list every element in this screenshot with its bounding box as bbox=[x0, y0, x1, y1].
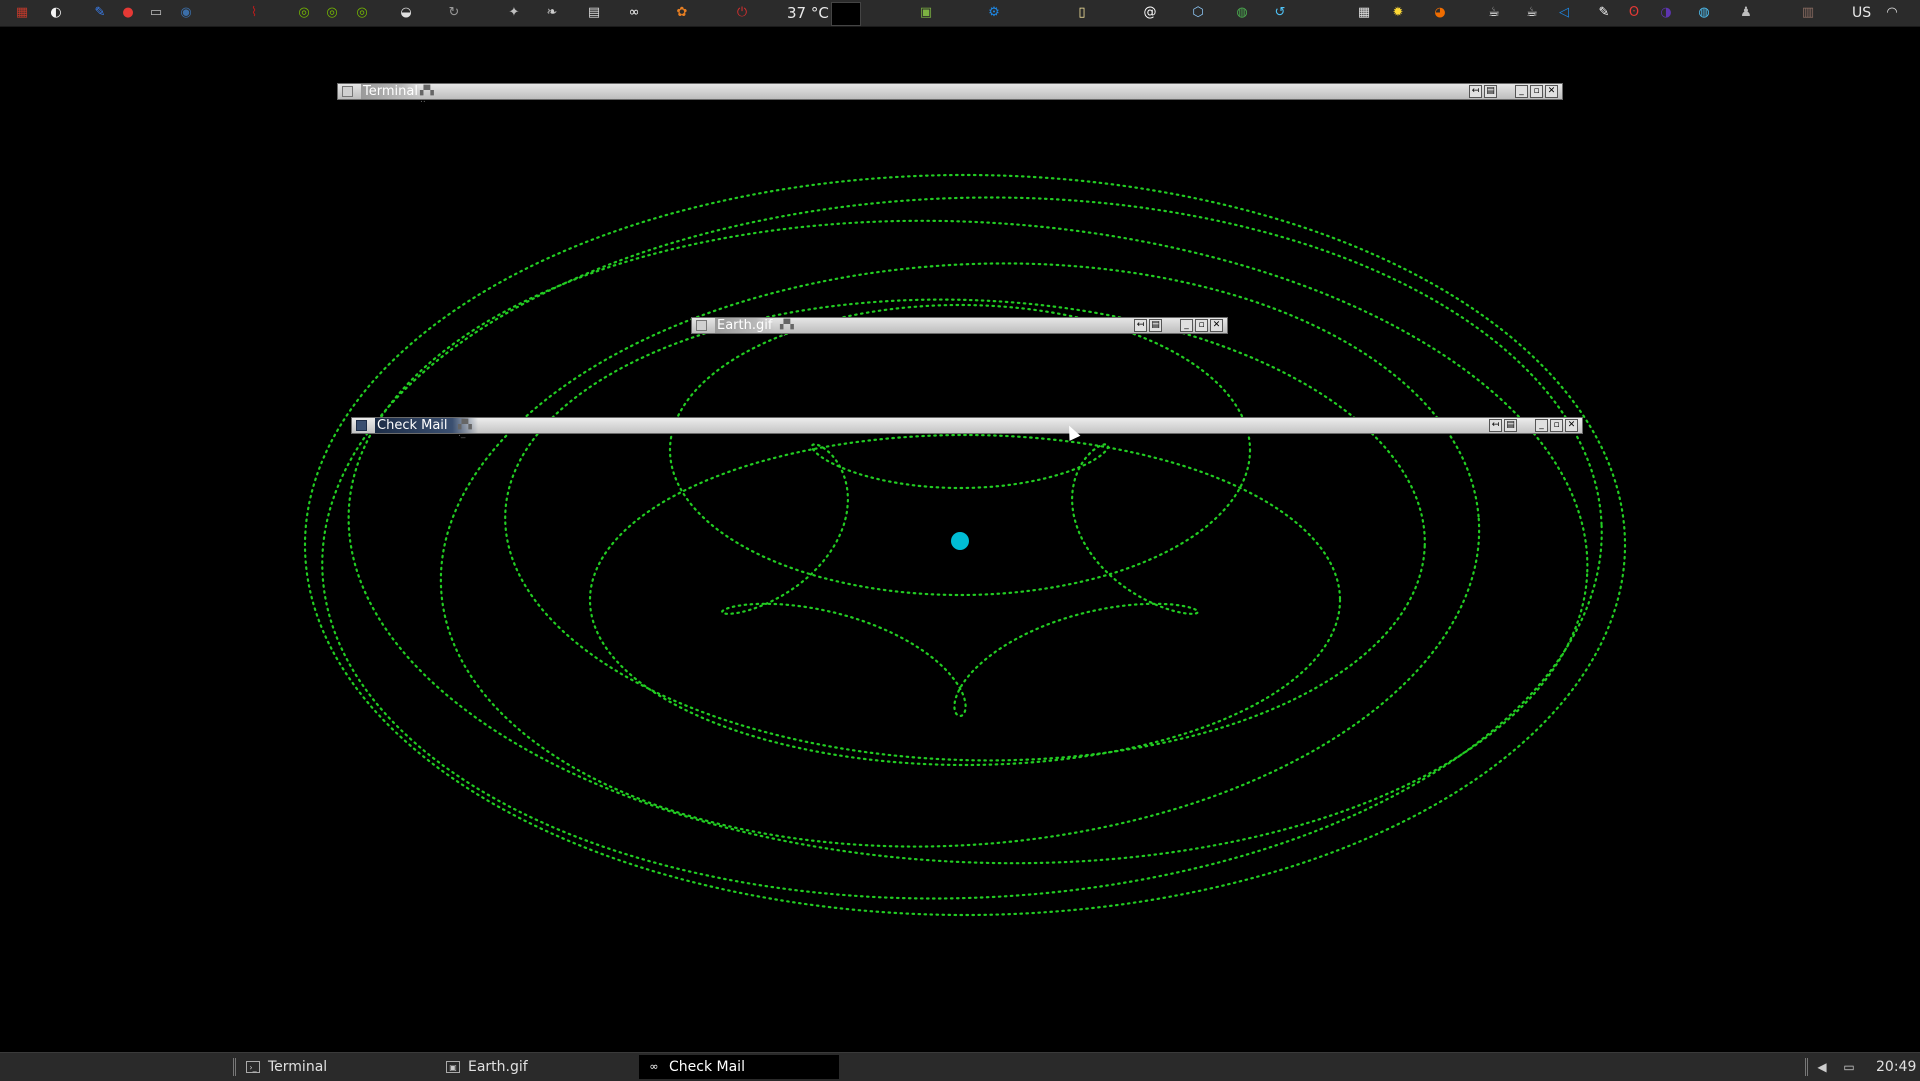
center-dot bbox=[951, 532, 969, 550]
ribbon-icon[interactable]: ʘ bbox=[1624, 3, 1644, 23]
grip-icon: ▞▚ .. bbox=[420, 86, 434, 105]
gear-icon[interactable]: ⚙ bbox=[984, 3, 1004, 23]
globe-icon[interactable]: ◉ bbox=[176, 3, 196, 23]
stick-icon[interactable]: ▤ bbox=[1149, 319, 1162, 332]
grip-icon: ▞▚ ._ bbox=[458, 420, 472, 439]
sun-icon[interactable]: ✹ bbox=[1388, 3, 1408, 23]
leaf-icon[interactable]: ❧ bbox=[542, 3, 562, 23]
task-check-mail[interactable]: ∞ Check Mail bbox=[639, 1055, 839, 1079]
window-icon[interactable]: ▭ bbox=[146, 3, 166, 23]
paper-icon[interactable]: ✎ bbox=[1594, 3, 1614, 23]
temperature-label: 37 °C bbox=[787, 4, 829, 22]
desktop-orbit-animation bbox=[303, 173, 1627, 917]
close-button[interactable]: ✕ bbox=[1545, 85, 1558, 98]
wifi-icon[interactable]: ◠ bbox=[1882, 3, 1902, 23]
stick-icon[interactable]: ▤ bbox=[1504, 419, 1517, 432]
stick-icon[interactable]: ▤ bbox=[1484, 85, 1497, 98]
chrome-icon[interactable]: ◍ bbox=[1232, 3, 1252, 23]
clock[interactable]: 20:49 bbox=[1876, 1055, 1916, 1079]
cube-icon[interactable]: ⬡ bbox=[1188, 3, 1208, 23]
image-viewer-icon: ▣ bbox=[446, 1061, 460, 1073]
top-panel: 37 °C US ▦ ◐ ✎ ● ▭ ◉ ⌇ ◎ ◎ ◎ ◒ ↻ ✦ ❧ ▤ ∞ ✿ ⏻ ▣ ⚙ ▯ @ ⬡ ◍ ↺ ▦ ✹ ◕ ☕ ☕ ◁… bbox=[0, 0, 1920, 27]
close-button[interactable]: ✕ bbox=[1210, 319, 1223, 332]
volume-icon[interactable]: ◀ bbox=[1814, 1059, 1830, 1075]
system-monitor-widget[interactable] bbox=[831, 2, 861, 26]
minimize-button[interactable]: _ bbox=[1180, 319, 1193, 332]
shade-icon[interactable]: ↤ bbox=[1489, 419, 1502, 432]
terminal-window[interactable]: Terminal ▞▚ .. ↤ ▤ _ ▫ ✕ bbox=[337, 83, 1563, 105]
flower-icon[interactable]: ✿ bbox=[672, 3, 692, 23]
window-title: Terminal bbox=[361, 84, 420, 99]
at-icon[interactable]: @ bbox=[1140, 3, 1160, 23]
tray-separator bbox=[1805, 1058, 1808, 1076]
cup-icon-2[interactable]: ☕ bbox=[1522, 3, 1542, 23]
window-menu-button[interactable] bbox=[356, 420, 367, 431]
doc-icon[interactable]: ▤ bbox=[584, 3, 604, 23]
browser-icon[interactable]: ◐ bbox=[46, 3, 66, 23]
app-grid-icon[interactable]: ▦ bbox=[12, 3, 32, 23]
eye-icon-2[interactable]: ◎ bbox=[322, 3, 342, 23]
screen-icon[interactable]: ▣ bbox=[916, 3, 936, 23]
taskbar: ›_ Terminal ▣ Earth.gif ∞ Check Mail ◀ ▭ 20… bbox=[0, 1052, 1920, 1081]
grip-icon: ▞▚ .. bbox=[780, 320, 794, 339]
disk-icon[interactable]: ◒ bbox=[396, 3, 416, 23]
earth-icon[interactable]: ◍ bbox=[1694, 3, 1714, 23]
maximize-button[interactable]: ▫ bbox=[1195, 319, 1208, 332]
doc2-icon[interactable]: ▦ bbox=[1354, 3, 1374, 23]
terminal-icon: ›_ bbox=[246, 1061, 260, 1073]
close-button[interactable]: ✕ bbox=[1565, 419, 1578, 432]
shade-icon[interactable]: ↤ bbox=[1469, 85, 1482, 98]
note-icon[interactable]: ▯ bbox=[1072, 3, 1092, 23]
mail-icon: ∞ bbox=[649, 1060, 659, 1073]
reload-icon[interactable]: ↻ bbox=[444, 3, 464, 23]
notes-icon[interactable]: ✎ bbox=[90, 3, 110, 23]
wrench-icon[interactable]: ✦ bbox=[504, 3, 524, 23]
maximize-button[interactable]: ▫ bbox=[1530, 85, 1543, 98]
taskbar-separator bbox=[233, 1058, 236, 1076]
books-icon[interactable]: ▥ bbox=[1798, 3, 1818, 23]
task-label: Earth.gif bbox=[468, 1059, 528, 1075]
window-title: Earth.gif bbox=[715, 318, 775, 333]
glasses-icon[interactable]: ∞ bbox=[624, 3, 644, 23]
keyboard-layout-indicator[interactable]: US bbox=[1852, 0, 1871, 26]
shade-icon[interactable]: ↤ bbox=[1134, 319, 1147, 332]
window-menu-button[interactable] bbox=[696, 320, 707, 331]
person-icon[interactable]: ♟ bbox=[1736, 3, 1756, 23]
orbit-ring-mid-2 bbox=[504, 298, 1426, 762]
power-icon[interactable]: ⏻ bbox=[732, 3, 752, 23]
sync-icon[interactable]: ↺ bbox=[1270, 3, 1290, 23]
eye-icon-1[interactable]: ◎ bbox=[294, 3, 314, 23]
task-terminal[interactable]: ›_ Terminal bbox=[238, 1055, 438, 1079]
task-label: Check Mail bbox=[669, 1059, 745, 1075]
earth-gif-window[interactable]: Earth.gif ▞▚ .. ↤ ▤ _ ▫ ✕ bbox=[691, 317, 1228, 339]
task-earth-gif[interactable]: ▣ Earth.gif bbox=[438, 1055, 638, 1079]
window-menu-button[interactable] bbox=[342, 86, 353, 97]
chart-icon[interactable]: ⌇ bbox=[244, 3, 264, 23]
check-mail-window[interactable]: Check Mail ▞▚ ._ ↤ ▤ _ ▫ ✕ bbox=[351, 417, 1583, 439]
task-label: Terminal bbox=[268, 1059, 328, 1075]
vscode-icon[interactable]: ◁ bbox=[1554, 3, 1574, 23]
minimize-button[interactable]: _ bbox=[1515, 85, 1528, 98]
orbit-loop-pattern bbox=[721, 443, 1199, 718]
pie-icon[interactable]: ◕ bbox=[1430, 3, 1450, 23]
orbit-ring-inner-1 bbox=[588, 433, 1342, 767]
minimize-button[interactable]: _ bbox=[1535, 419, 1548, 432]
maximize-button[interactable]: ▫ bbox=[1550, 419, 1563, 432]
cup-icon-1[interactable]: ☕ bbox=[1484, 3, 1504, 23]
eye-icon-3[interactable]: ◎ bbox=[352, 3, 372, 23]
apple-icon[interactable]: ● bbox=[118, 3, 138, 23]
moon-icon[interactable]: ◑ bbox=[1656, 3, 1676, 23]
orbit-ring-inner-2 bbox=[668, 303, 1252, 597]
network-icon[interactable]: ▭ bbox=[1841, 1059, 1857, 1075]
